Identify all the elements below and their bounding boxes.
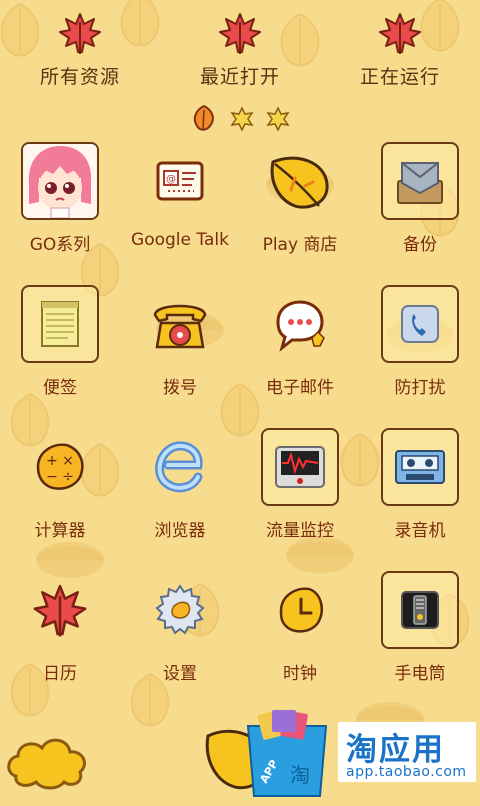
- app-label: 录音机: [394, 521, 446, 541]
- app-email[interactable]: 电子邮件: [240, 281, 360, 423]
- cloud-icon: [7, 738, 86, 790]
- app-label: 便签: [43, 378, 77, 398]
- talk-card-icon: @: [156, 161, 204, 201]
- app-label: 手电筒: [394, 664, 446, 684]
- maple-leaf-icon: [59, 13, 101, 54]
- icon-frame: [21, 142, 99, 220]
- cassette-icon: [395, 450, 445, 484]
- app-label: 时钟: [283, 664, 317, 684]
- app-play-store[interactable]: Play 商店: [240, 138, 360, 280]
- maple-leaf-icon: [219, 13, 261, 54]
- app-notes[interactable]: 便签: [0, 281, 120, 423]
- app-label: 日历: [43, 664, 77, 684]
- clock-leaf-icon: [279, 587, 323, 633]
- icon-frame: [381, 571, 459, 649]
- app-label: Google Talk: [131, 230, 229, 250]
- page-dot-icon: [230, 106, 254, 132]
- rotary-phone-icon: [153, 304, 207, 349]
- app-label: Play 商店: [262, 235, 338, 255]
- icon-frame: [261, 285, 339, 363]
- svg-text:+: +: [46, 453, 58, 469]
- page-dot-active-icon: [193, 104, 214, 131]
- icon-frame: [381, 428, 459, 506]
- calculator-leaf-icon: + × − ÷: [36, 443, 84, 490]
- icon-frame: [141, 571, 219, 649]
- notepad-icon: [41, 301, 79, 347]
- icon-frame: [261, 571, 339, 649]
- app-recorder[interactable]: 录音机: [360, 424, 480, 566]
- page-indicator[interactable]: [190, 104, 290, 132]
- app-label: 防打扰: [394, 378, 446, 398]
- app-clock[interactable]: 时钟: [240, 567, 360, 709]
- flashlight-icon: [401, 591, 439, 629]
- taobao-app-banner[interactable]: APP 淘 淘应用 app.taobao.com: [242, 704, 480, 800]
- app-label: 流量监控: [266, 521, 334, 541]
- red-leaf-icon: [33, 584, 87, 637]
- svg-text:×: ×: [62, 453, 74, 469]
- traffic-monitor-icon: [275, 446, 325, 488]
- app-label: 设置: [163, 664, 197, 684]
- anime-girl-icon: [23, 144, 97, 218]
- app-calculator[interactable]: + × − ÷ 计算器: [0, 424, 120, 566]
- maple-leaf-icon: [379, 13, 421, 54]
- chat-bubble-icon: [276, 300, 325, 353]
- app-flashlight[interactable]: 手电筒: [360, 567, 480, 709]
- app-backup[interactable]: 备份: [360, 138, 480, 280]
- tab-all-resources[interactable]: 所有资源: [0, 10, 160, 90]
- tab-recently-opened[interactable]: 最近打开: [160, 10, 320, 90]
- icon-frame: [141, 285, 219, 363]
- app-do-not-disturb[interactable]: 防打扰: [360, 281, 480, 423]
- app-label: 浏览器: [154, 521, 206, 541]
- tab-label: 所有资源: [39, 66, 120, 88]
- tab-running[interactable]: 正在运行: [320, 10, 480, 90]
- icon-frame: [21, 571, 99, 649]
- svg-text:@: @: [166, 174, 176, 185]
- brand-box: 淘应用 app.taobao.com: [338, 722, 476, 782]
- icon-frame: [141, 428, 219, 506]
- page-dot-icon: [266, 106, 290, 132]
- app-browser[interactable]: 浏览器: [120, 424, 240, 566]
- shopping-bag-icon: APP 淘: [246, 710, 328, 797]
- tab-label: 正在运行: [359, 66, 440, 88]
- app-settings[interactable]: 设置: [120, 567, 240, 709]
- icon-frame: [381, 142, 459, 220]
- app-grid: GO系列 @ Google Talk Play 商店 备份 便签 拨号 电子邮件…: [0, 138, 480, 708]
- brand-name: 淘应用: [346, 732, 445, 768]
- app-label: 电子邮件: [266, 378, 334, 398]
- envelope-icon: [397, 162, 443, 204]
- bag-char: 淘: [290, 763, 310, 787]
- blocked-phone-icon: [401, 305, 439, 343]
- gear-leaf-icon: [155, 584, 205, 635]
- app-go-series[interactable]: GO系列: [0, 138, 120, 280]
- app-traffic-monitor[interactable]: 流量监控: [240, 424, 360, 566]
- app-label: 备份: [403, 235, 437, 255]
- tab-label: 最近打开: [199, 66, 280, 88]
- svg-text:−: −: [46, 469, 58, 485]
- yellow-leaf-icon: [270, 156, 329, 209]
- icon-frame: @: [141, 142, 219, 220]
- app-dialer[interactable]: 拨号: [120, 281, 240, 423]
- icon-frame: + × − ÷: [21, 428, 99, 506]
- icon-frame: [381, 285, 459, 363]
- icon-frame: [261, 428, 339, 506]
- top-tabs: 所有资源 最近打开 正在运行: [0, 0, 480, 100]
- icon-frame: [21, 285, 99, 363]
- app-label: 拨号: [163, 378, 197, 398]
- app-label: 计算器: [34, 521, 86, 541]
- app-google-talk[interactable]: @ Google Talk: [120, 138, 240, 280]
- browser-e-icon: [155, 441, 203, 493]
- app-calendar[interactable]: 日历: [0, 567, 120, 709]
- svg-text:÷: ÷: [62, 469, 74, 485]
- app-label: GO系列: [29, 235, 91, 255]
- icon-frame: [261, 142, 339, 220]
- brand-url: app.taobao.com: [346, 764, 467, 780]
